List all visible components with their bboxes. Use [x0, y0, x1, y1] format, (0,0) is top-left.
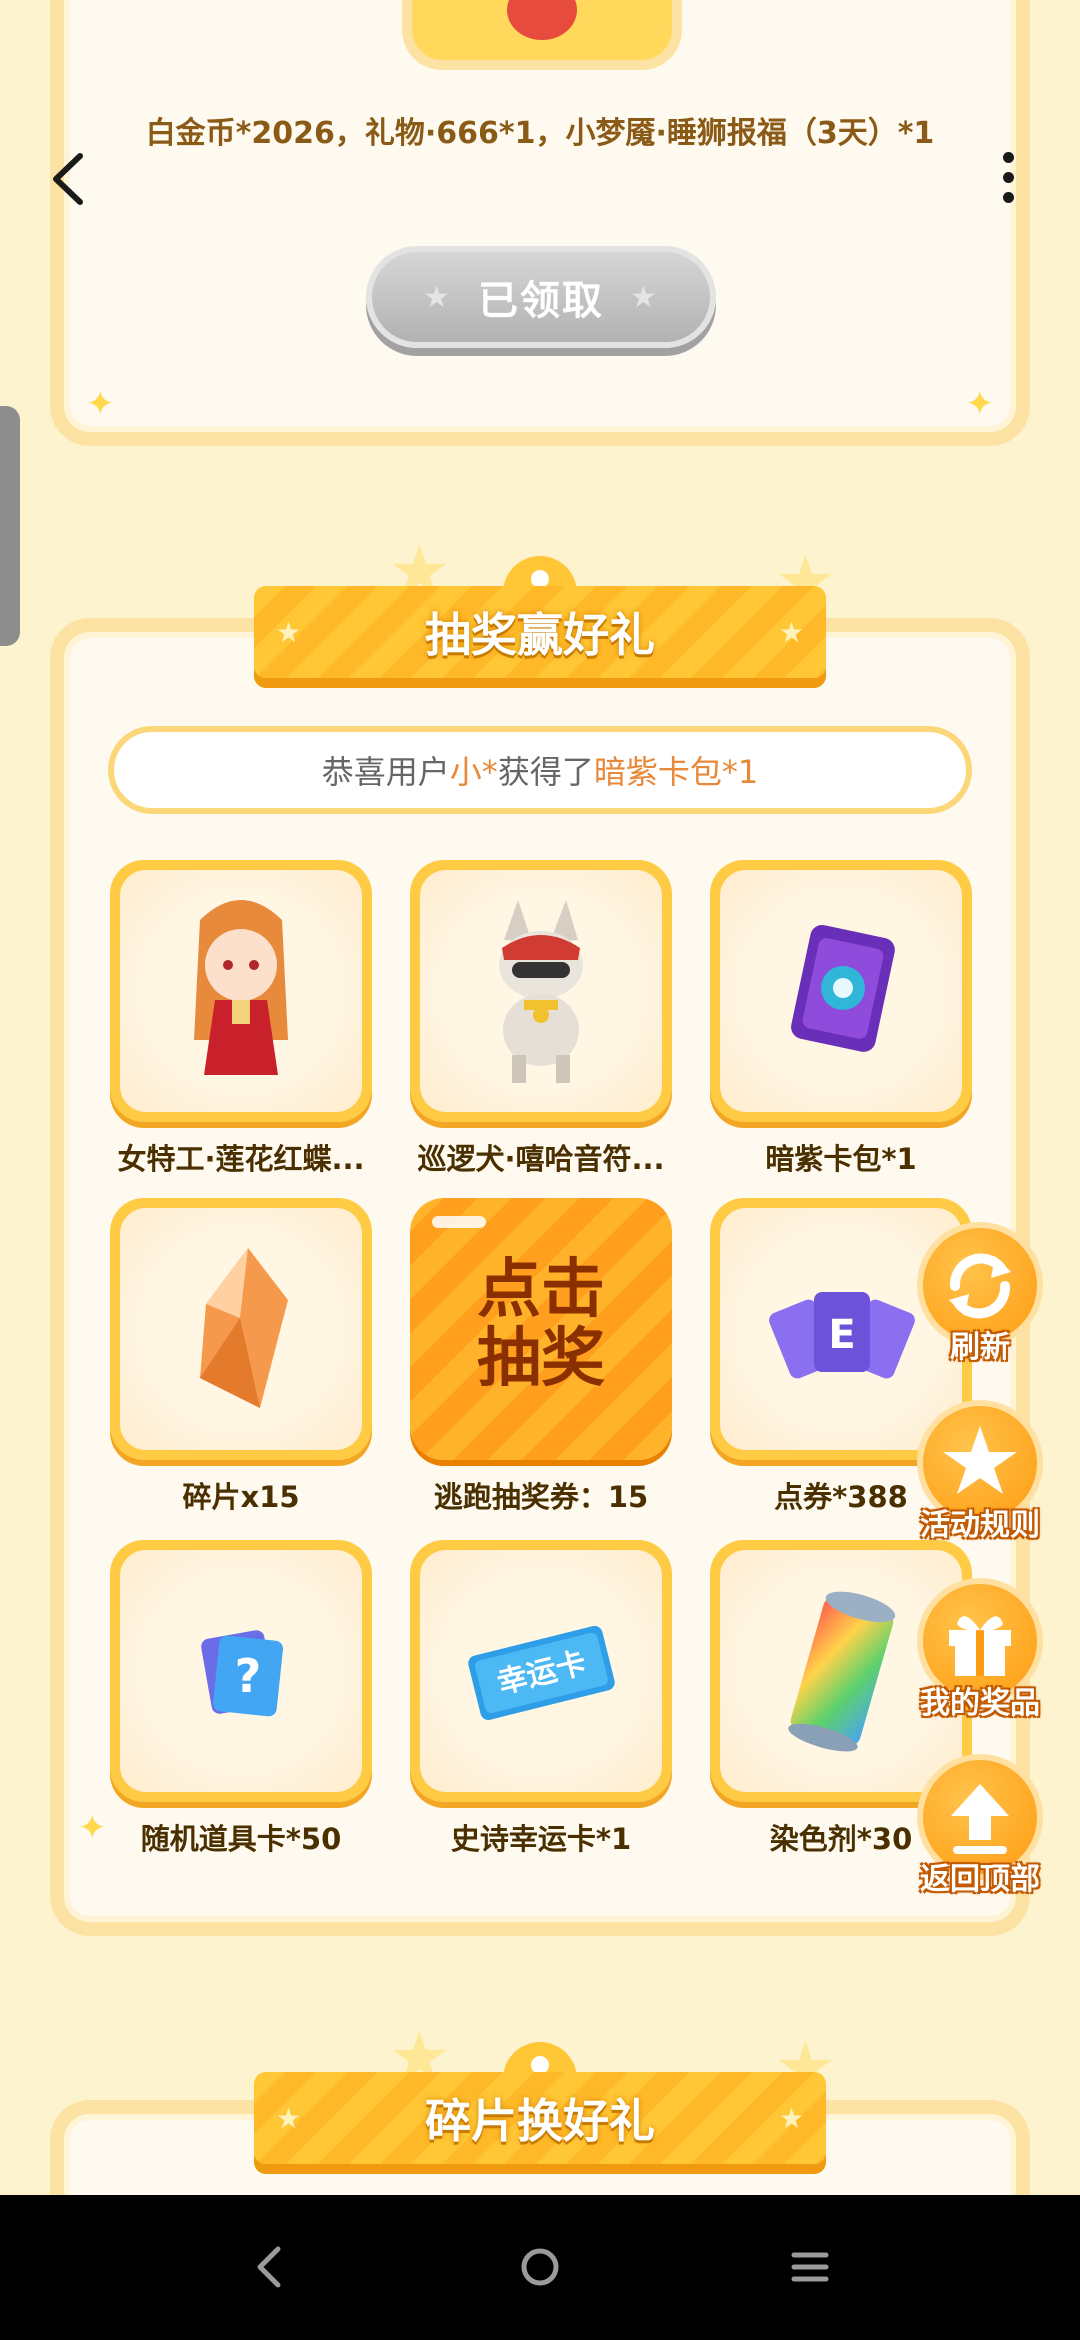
claimed-label: 已领取 [478, 278, 604, 324]
prize-item[interactable]: ? 随机道具卡*50 [110, 1540, 372, 1858]
notice-item: 暗紫卡包*1 [593, 753, 759, 791]
prize-item[interactable]: 女特工·莲花红蝶... [110, 860, 372, 1178]
prize-item[interactable]: 幸运卡 史诗幸运卡*1 [410, 1540, 672, 1858]
claimed-button[interactable]: ★ 已领取 ★ [366, 246, 716, 348]
back-to-top-label: 返回顶部 [920, 1862, 1040, 1897]
star-icon: ★ [423, 279, 452, 315]
prize-label: 史诗幸运卡*1 [450, 1822, 632, 1856]
my-prizes-label: 我的奖品 [920, 1686, 1040, 1721]
prize-item[interactable]: 巡逻犬·嘻哈音符... [410, 860, 672, 1178]
rules-label: 活动规则 [920, 1508, 1040, 1543]
side-drawer-handle[interactable] [0, 406, 20, 646]
svg-text:E: E [828, 1312, 855, 1358]
prize-label: 女特工·莲花红蝶... [117, 1142, 365, 1176]
nav-home-icon[interactable] [508, 2235, 572, 2299]
notice-prefix: 恭喜用户 [321, 753, 450, 791]
lottery-title: ★ 抽奖赢好礼 ★ [254, 586, 826, 678]
sparkle-icon: ✦ [86, 384, 115, 424]
notice-middle: 获得了 [497, 753, 594, 791]
fragment-title: ★ 碎片换好礼 ★ [254, 2072, 826, 2164]
mystery-card-icon: ? [201, 1630, 284, 1717]
prize-label: 巡逻犬·嘻哈音符... [417, 1142, 665, 1176]
notice-user: 小* [449, 753, 498, 791]
prize-label: 碎片x15 [182, 1480, 300, 1514]
orange-crystal-icon [200, 1248, 288, 1408]
reward-description: 白金币*2026，礼物·666*1，小梦魇·睡狮报福（3天）*1 [145, 116, 935, 151]
draw-ticket-count: 逃跑抽奖券：15 [433, 1480, 649, 1514]
sparkle-icon: ✦ [78, 1808, 107, 1848]
nav-back-icon[interactable] [238, 2235, 302, 2299]
more-options-icon[interactable] [1000, 152, 1016, 208]
purple-card-pack-icon [791, 924, 895, 1052]
sparkle-icon: ✦ [965, 384, 995, 424]
my-prizes-button[interactable]: 我的奖品 [910, 1578, 1050, 1722]
prize-label: 暗紫卡包*1 [765, 1142, 917, 1176]
dog-pet-icon [499, 900, 583, 1083]
prize-item[interactable]: 暗紫卡包*1 [710, 860, 972, 1178]
draw-button-item[interactable]: 点击 抽奖 逃跑抽奖券：15 [410, 1198, 672, 1516]
star-icon: ★ [778, 2102, 804, 2135]
star-icon: ★ [778, 616, 804, 649]
lottery-title-text: 抽奖赢好礼 [425, 608, 655, 662]
nav-menu-icon[interactable] [778, 2235, 842, 2299]
rules-button[interactable]: 活动规则 [910, 1400, 1050, 1544]
star-icon: ★ [276, 616, 302, 649]
agent-character-icon [194, 900, 288, 1075]
reward-mascot-image [402, 0, 682, 70]
fragment-title-text: 碎片换好礼 [425, 2094, 655, 2148]
draw-text-line2: 抽奖 [477, 1322, 605, 1397]
star-icon: ★ [276, 2102, 302, 2135]
draw-text-line1: 点击 [477, 1253, 605, 1327]
refresh-button[interactable]: 刷新 [910, 1222, 1050, 1366]
star-icon: ★ [630, 279, 659, 315]
back-arrow-icon[interactable] [50, 152, 86, 206]
draw-button[interactable]: 点击 抽奖 [410, 1198, 672, 1460]
refresh-label: 刷新 [950, 1330, 1010, 1365]
winner-notice: 恭喜用户 小* 获得了 暗紫卡包*1 [108, 726, 972, 814]
back-to-top-button[interactable]: 返回顶部 [910, 1754, 1050, 1898]
prize-label: 随机道具卡*50 [140, 1822, 342, 1856]
svg-text:?: ? [235, 1649, 262, 1703]
prize-item[interactable]: 碎片x15 [110, 1198, 372, 1516]
system-nav-bar [0, 2195, 1080, 2340]
